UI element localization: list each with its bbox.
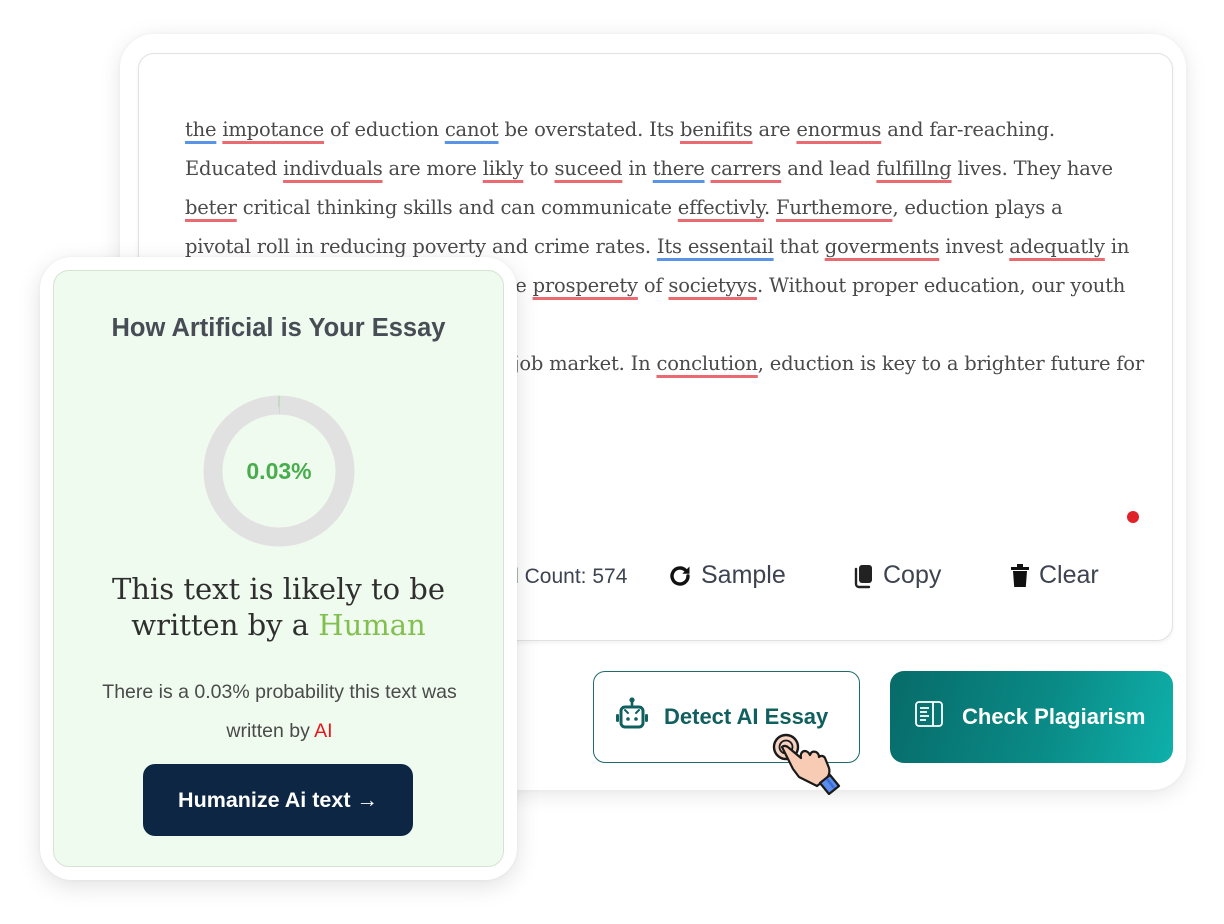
refresh-icon xyxy=(667,563,693,589)
grammar-issue-word[interactable]: the xyxy=(185,118,217,141)
essay-text-segment: be overstated. Its xyxy=(498,118,681,141)
essay-text-segment: , eduction plays a xyxy=(892,196,1063,219)
clear-label: Clear xyxy=(1039,561,1099,589)
grammar-issue-word[interactable]: Its essentail xyxy=(657,235,774,258)
spelling-error-word[interactable]: prosperety xyxy=(533,274,638,297)
spelling-error-word[interactable]: fulfillng xyxy=(876,157,951,180)
pointing-hand-cursor-icon xyxy=(768,733,850,796)
check-plagiarism-button[interactable]: Check Plagiarism xyxy=(890,671,1173,763)
spelling-error-word[interactable]: likly xyxy=(483,157,524,180)
spelling-error-word[interactable]: adequatly xyxy=(1009,235,1105,258)
essay-text-segment: in reducing poverty and crime rates. xyxy=(289,235,657,258)
essay-text-segment: of xyxy=(637,274,669,297)
result-title: How Artificial is Your Essay xyxy=(111,314,446,342)
essay-text-segment: are more xyxy=(382,157,483,180)
spelling-error-word[interactable]: beter xyxy=(185,196,237,219)
sample-label: Sample xyxy=(701,561,786,589)
grammar-issue-word[interactable]: canot xyxy=(445,118,499,141)
essay-text-segment: in xyxy=(622,157,653,180)
spelling-error-word[interactable]: carrers xyxy=(711,157,782,180)
verdict-line2: written by a xyxy=(131,608,319,642)
grammar-issue-word[interactable]: roll xyxy=(257,235,290,258)
spelling-error-word[interactable]: indivduals xyxy=(283,157,383,180)
status-indicator-dot xyxy=(1127,511,1139,523)
essay-text-segment: and far-reaching. xyxy=(881,118,1055,141)
detect-ai-essay-label: Detect AI Essay xyxy=(664,704,829,729)
essay-text-segment: invest xyxy=(939,235,1010,258)
probability-ai: AI xyxy=(314,720,333,742)
essay-text-segment: are xyxy=(752,118,797,141)
verdict-human: Human xyxy=(318,608,426,642)
probability-text: There is a 0.03% probability this text w… xyxy=(74,673,485,751)
copy-icon xyxy=(853,563,875,589)
ai-probability-gauge: 0.03% xyxy=(203,395,355,547)
copy-button[interactable]: Copy xyxy=(853,561,941,590)
essay-line: Educated indivduals are more likly to su… xyxy=(185,149,1145,188)
spelling-error-word[interactable]: conclution xyxy=(656,352,758,375)
essay-text-segment: pivotal xyxy=(185,235,257,258)
copy-label: Copy xyxy=(883,561,942,589)
essay-text-segment: in xyxy=(1104,235,1130,258)
spelling-error-word[interactable]: benifits xyxy=(680,118,753,141)
spelling-error-word[interactable]: goverments xyxy=(825,235,940,258)
essay-line: the impotance of eduction canot be overs… xyxy=(185,110,1145,149)
probability-sentence: There is a 0.03% probability this text w… xyxy=(102,681,457,742)
essay-text-segment: of eduction xyxy=(323,118,445,141)
essay-text-segment: lives. They have xyxy=(951,157,1114,180)
essay-text-segment: and lead xyxy=(781,157,877,180)
result-panel: How Artificial is Your Essay 0.03% This … xyxy=(53,270,504,867)
trash-icon xyxy=(1009,563,1031,589)
gauge-value: 0.03% xyxy=(246,457,312,484)
robot-icon xyxy=(614,696,650,738)
check-plagiarism-label: Check Plagiarism xyxy=(962,704,1146,729)
essay-text-segment: to xyxy=(523,157,555,180)
essay-line: beter critical thinking skills and can c… xyxy=(185,188,1145,227)
essay-text-segment: , eduction is key to a brighter future f… xyxy=(757,352,1144,375)
spelling-error-word[interactable]: societyys xyxy=(668,274,757,297)
spelling-error-word[interactable]: suceed xyxy=(554,157,622,180)
sample-button[interactable]: Sample xyxy=(667,561,786,590)
essay-text-segment: . xyxy=(763,196,776,219)
essay-text-segment: critical thinking skills and can communi… xyxy=(236,196,678,219)
verdict-line1: This text is likely to be xyxy=(111,572,446,606)
humanize-ai-text-button[interactable]: Humanize Ai text → xyxy=(143,764,413,836)
spelling-error-word[interactable]: enormus xyxy=(796,118,881,141)
essay-text-segment: that xyxy=(773,235,825,258)
grammar-issue-word[interactable]: there xyxy=(653,157,705,180)
document-icon xyxy=(914,700,944,734)
spelling-error-word[interactable]: Furthemore xyxy=(776,196,893,219)
spelling-error-word[interactable]: effectivly xyxy=(678,196,764,219)
verdict-text: This text is likely to be written by a H… xyxy=(54,571,503,643)
clear-button[interactable]: Clear xyxy=(1009,561,1099,590)
result-card: How Artificial is Your Essay 0.03% This … xyxy=(40,257,517,880)
spelling-error-word[interactable]: impotance xyxy=(222,118,324,141)
essay-text-segment: Educated xyxy=(185,157,284,180)
